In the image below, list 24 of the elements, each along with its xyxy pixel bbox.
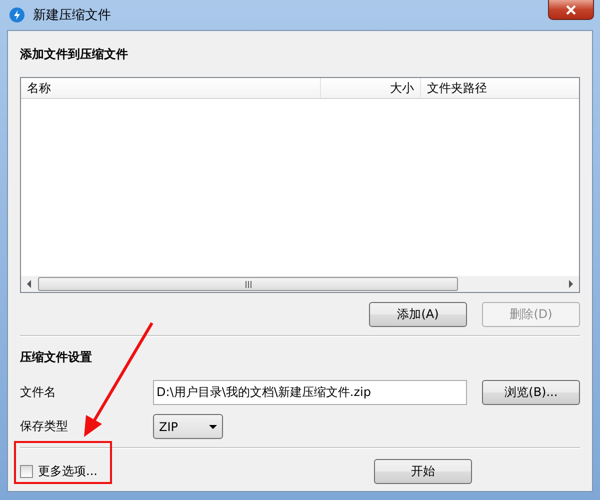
grip-icon	[244, 280, 252, 288]
left-arrow-icon	[26, 280, 32, 288]
right-arrow-icon	[568, 280, 574, 288]
window-title: 新建压缩文件	[33, 7, 111, 24]
browse-button[interactable]: 浏览(B)...	[482, 380, 580, 405]
column-header[interactable]: 文件夹路径	[421, 78, 579, 98]
horizontal-scrollbar[interactable]	[21, 276, 579, 292]
checkbox[interactable]	[20, 465, 33, 478]
column-header[interactable]: 大小	[321, 78, 421, 98]
section-heading: 添加文件到压缩文件	[20, 46, 129, 63]
scrollbar-thumb[interactable]	[38, 277, 458, 291]
field-label: 文件名	[20, 384, 57, 401]
field-label: 保存类型	[20, 418, 69, 435]
column-header[interactable]: 名称	[21, 78, 321, 98]
type-dropdown[interactable]: ZIP	[153, 414, 223, 439]
start-button[interactable]: 开始	[374, 459, 472, 484]
app-icon	[9, 7, 25, 23]
close-icon	[566, 4, 576, 14]
add-button[interactable]: 添加(A)	[369, 302, 467, 327]
more-options-checkbox[interactable]: 更多选项...	[20, 463, 98, 480]
close-button[interactable]	[548, 0, 594, 20]
section-heading: 压缩文件设置	[20, 349, 93, 366]
filename-field[interactable]: D:\用户目录\我的文档\新建压缩文件.zip	[152, 380, 468, 405]
caret-icon	[209, 424, 217, 428]
